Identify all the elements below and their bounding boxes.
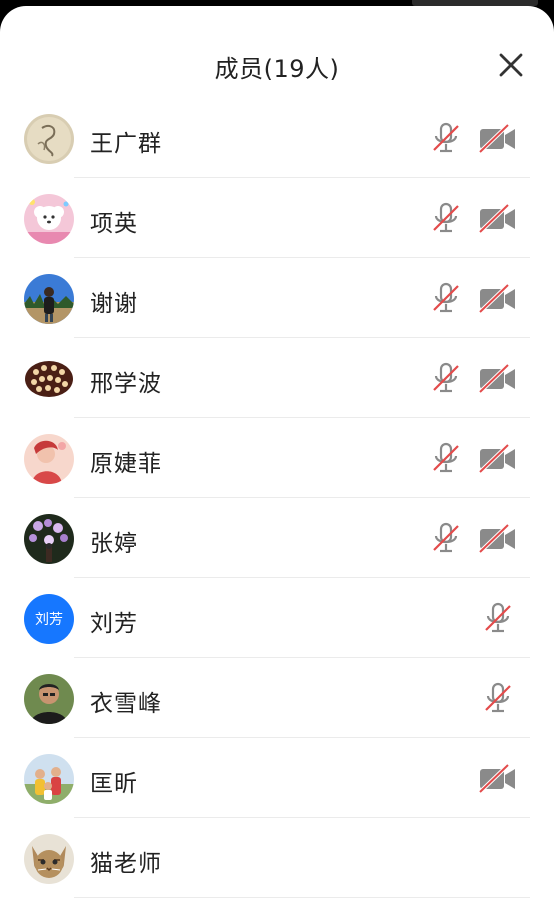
member-name: 王广群 — [90, 131, 162, 157]
member-row[interactable]: 刘芳 刘芳 — [0, 578, 554, 658]
avatar — [24, 754, 74, 804]
camera-off-icon[interactable] — [478, 203, 518, 235]
mic-muted-icon[interactable] — [432, 442, 460, 476]
member-row[interactable]: 邢学波 — [0, 338, 554, 418]
mic-muted-icon[interactable] — [432, 362, 460, 396]
member-name: 邢学波 — [90, 371, 162, 397]
member-name: 猫老师 — [90, 851, 162, 877]
mic-muted-icon[interactable] — [432, 522, 460, 556]
member-row[interactable]: 谢谢 — [0, 258, 554, 338]
avatar — [24, 354, 74, 404]
mic-muted-icon[interactable] — [432, 202, 460, 236]
member-name: 衣雪峰 — [90, 691, 162, 717]
member-name: 谢谢 — [90, 291, 138, 317]
camera-off-icon[interactable] — [478, 123, 518, 155]
members-sheet: 成员(19人) 王广群 项英 谢谢 邢学波 原婕菲 张婷 刘芳 刘芳 衣雪峰 匡… — [0, 6, 554, 915]
member-name: 刘芳 — [90, 611, 138, 637]
avatar — [24, 674, 74, 724]
avatar — [24, 834, 74, 884]
avatar: 刘芳 — [24, 594, 74, 644]
mic-muted-icon[interactable] — [484, 602, 512, 636]
member-name: 匡昕 — [90, 771, 138, 797]
mic-muted-icon[interactable] — [432, 122, 460, 156]
mic-muted-icon[interactable] — [432, 282, 460, 316]
avatar — [24, 114, 74, 164]
member-name: 原婕菲 — [90, 451, 162, 477]
member-row[interactable]: 衣雪峰 — [0, 658, 554, 738]
member-row[interactable]: 原婕菲 — [0, 418, 554, 498]
member-row[interactable]: 匡昕 — [0, 738, 554, 818]
camera-off-icon[interactable] — [478, 443, 518, 475]
avatar — [24, 434, 74, 484]
avatar — [24, 194, 74, 244]
mic-muted-icon[interactable] — [484, 682, 512, 716]
camera-off-icon[interactable] — [478, 763, 518, 795]
sheet-title: 成员(19人) — [214, 55, 340, 83]
close-icon[interactable] — [498, 52, 524, 78]
avatar — [24, 514, 74, 564]
camera-off-icon[interactable] — [478, 363, 518, 395]
sheet-header: 成员(19人) — [0, 6, 554, 110]
member-list: 王广群 项英 谢谢 邢学波 原婕菲 张婷 刘芳 刘芳 衣雪峰 匡昕 猫老师 — [0, 98, 554, 898]
camera-off-icon[interactable] — [478, 523, 518, 555]
member-row[interactable]: 张婷 — [0, 498, 554, 578]
member-row[interactable]: 项英 — [0, 178, 554, 258]
member-name: 张婷 — [90, 531, 138, 557]
avatar — [24, 274, 74, 324]
member-name: 项英 — [90, 211, 138, 237]
row-divider — [74, 897, 530, 898]
camera-off-icon[interactable] — [478, 283, 518, 315]
member-row[interactable]: 王广群 — [0, 98, 554, 178]
member-row[interactable]: 猫老师 — [0, 818, 554, 898]
